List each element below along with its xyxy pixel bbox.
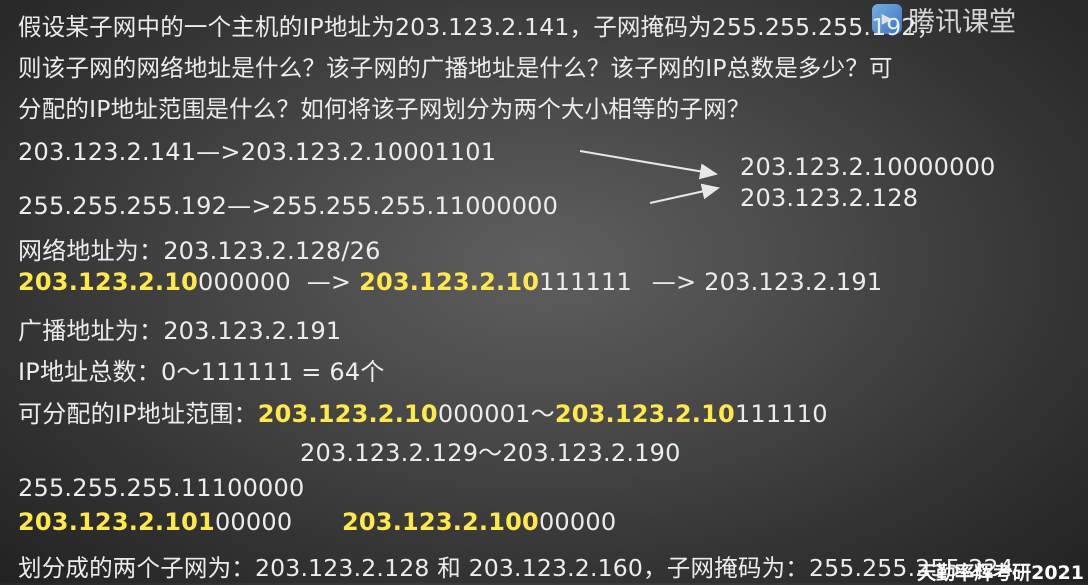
arrow-from-ip	[579, 150, 718, 180]
subnet1-host: 00000	[214, 508, 293, 536]
bcast-prefix-1: 203.123.2.10	[18, 268, 199, 296]
and-result-decimal: 203.123.2.128	[740, 184, 919, 212]
subnet-binaries-line: 203.123.2.10100000 203.123.2.10000000	[18, 508, 616, 536]
new-mask-line: 255.255.255.11100000	[18, 474, 305, 502]
ip-total-line: IP地址总数：0～111111 = 64个	[18, 358, 385, 386]
mask-binary-line: 255.255.255.192—>255.255.255.11000000	[18, 192, 559, 220]
assignable-decimal-line: 203.123.2.129～203.123.2.190	[300, 439, 681, 467]
assignable-end-host: 111110	[734, 400, 828, 428]
bcast-arrow-1: —>	[306, 268, 352, 296]
question-line-2: 则该子网的网络地址是什么？该子网的广播地址是什么？该子网的IP总数是多少？可	[18, 54, 893, 82]
assignable-start-prefix: 203.123.2.10	[257, 400, 438, 428]
bcast-prefix-2: 203.123.2.10	[359, 268, 540, 296]
bcast-result: 203.123.2.191	[704, 268, 883, 296]
question-line-1: 假设某子网中的一个主机的IP地址为203.123.2.141，子网掩码为255.…	[18, 13, 941, 41]
broadcast-address-line: 广播地址为：203.123.2.191	[18, 317, 342, 345]
assignable-end-prefix: 203.123.2.10	[554, 400, 735, 428]
arrow-from-mask	[649, 183, 720, 204]
conclusion-line: 划分成的两个子网为：203.123.2.128 和 203.123.2.160，…	[18, 554, 1014, 582]
assignable-range-line: 可分配的IP地址范围：203.123.2.10000001～203.123.2.…	[18, 394, 828, 429]
and-result-binary: 203.123.2.10000000	[740, 153, 996, 181]
bcast-host-ones: 111111	[539, 268, 632, 296]
bcast-host-zeros: 000000	[198, 268, 291, 296]
question-line-3: 分配的IP地址范围是什么？如何将该子网划分为两个大小相等的子网？	[18, 95, 751, 123]
assignable-sep: ～	[530, 400, 555, 428]
bcast-arrow-2: —>	[651, 268, 697, 296]
network-address-line: 网络地址为：203.123.2.128/26	[18, 237, 381, 265]
subnet2-prefix: 203.123.2.100	[342, 508, 539, 536]
ip-binary-line: 203.123.2.141—>203.123.2.10001101	[18, 138, 497, 166]
broadcast-calc-line: 203.123.2.10000000 —> 203.123.2.10111111…	[18, 268, 882, 296]
subnet2-host: 00000	[538, 508, 617, 536]
subnet1-prefix: 203.123.2.101	[18, 508, 215, 536]
assignable-start-host: 000001	[437, 400, 531, 428]
assignable-label: 可分配的IP地址范围：	[18, 400, 258, 428]
watermark: 天勤率辉考研2021	[917, 562, 1084, 584]
